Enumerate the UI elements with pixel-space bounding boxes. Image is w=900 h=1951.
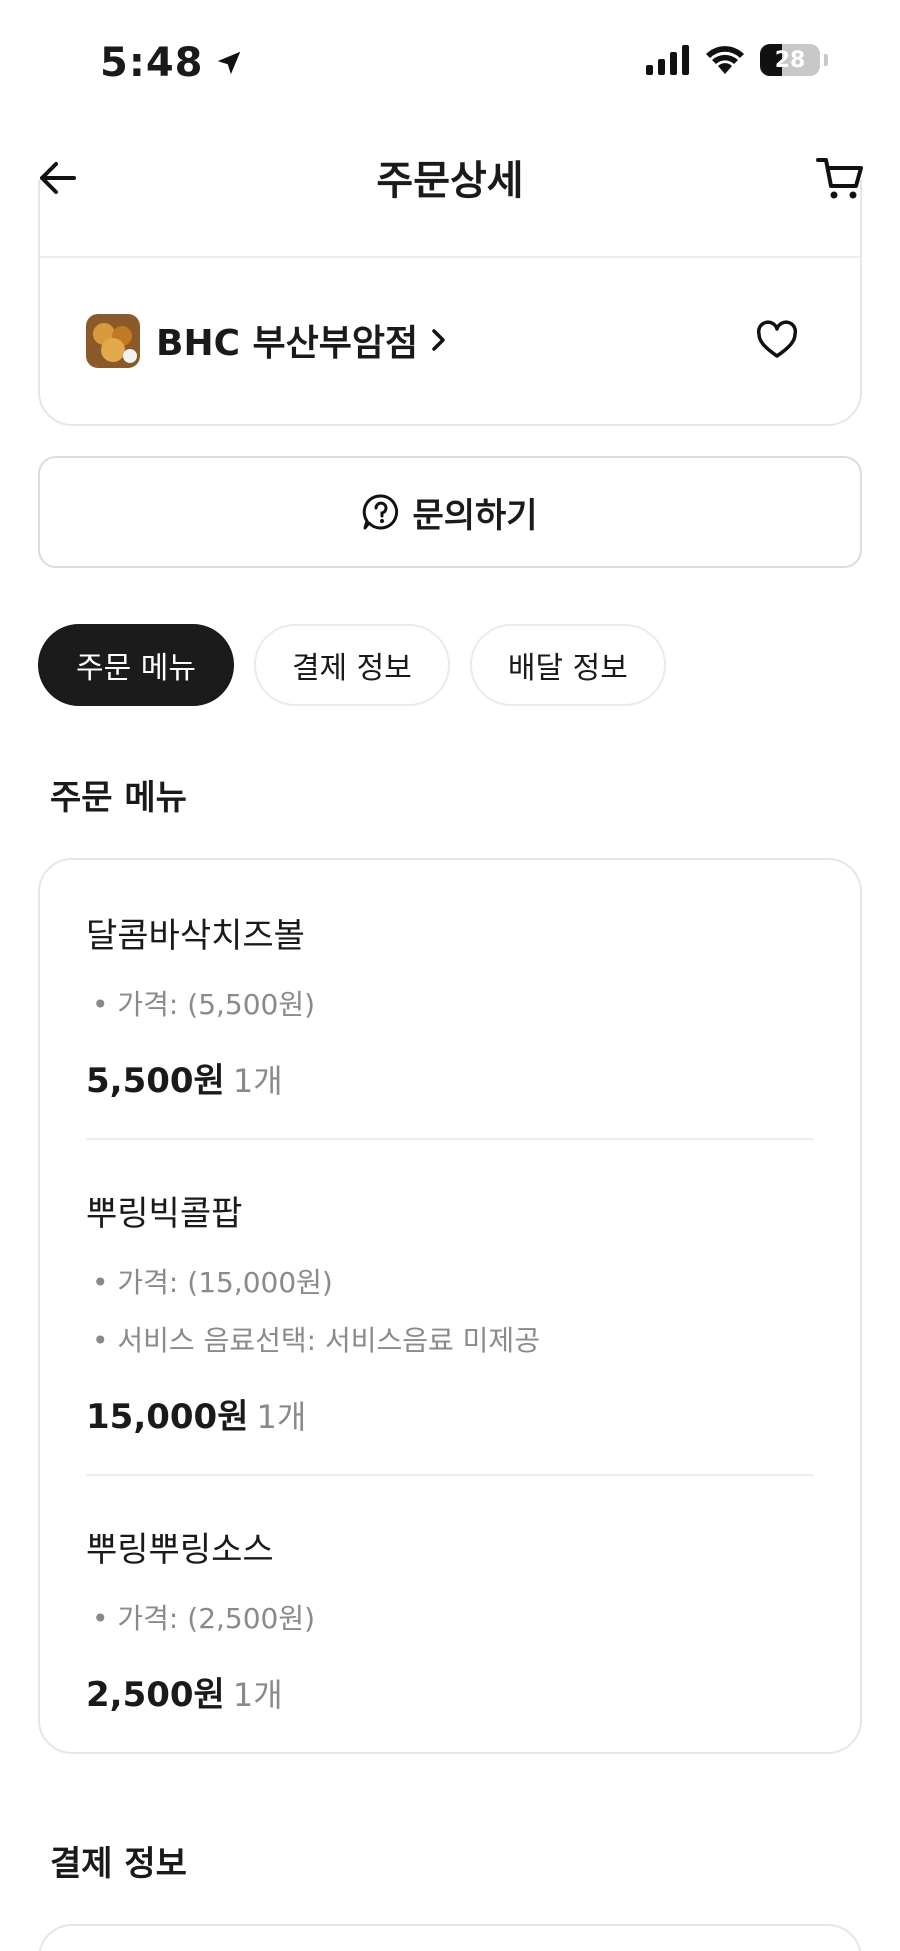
inquiry-label: 문의하기 bbox=[412, 496, 538, 535]
battery-tip bbox=[824, 54, 828, 66]
item-divider bbox=[86, 1474, 814, 1476]
item-name: 뿌링빅콜팝 bbox=[86, 1194, 243, 1234]
item-price-row: 15,000원 1개 bbox=[86, 1389, 814, 1438]
item-price: 15,000원 bbox=[86, 1397, 249, 1437]
item-option: • 서비스 음료선택: 서비스음료 미제공 bbox=[92, 1324, 540, 1357]
wifi-icon bbox=[706, 46, 744, 74]
store-thumbnail bbox=[86, 314, 140, 368]
tab-order-menu[interactable]: 주문 메뉴 bbox=[38, 624, 234, 706]
payment-info-title: 결제 정보 bbox=[50, 1844, 187, 1884]
item-option: • 가격: (15,000원) bbox=[92, 1266, 333, 1299]
item-price-row: 2,500원 1개 bbox=[86, 1667, 814, 1716]
list-item: 뿌링빅콜팝 • 가격: (15,000원) • 서비스 음료선택: 서비스음료 … bbox=[86, 1186, 814, 1438]
status-icons: 28 bbox=[646, 44, 828, 76]
tab-delivery-info[interactable]: 배달 정보 bbox=[469, 624, 666, 706]
item-price: 2,500원 bbox=[86, 1675, 225, 1715]
item-price-row: 5,500원 1개 bbox=[86, 1053, 814, 1102]
section-tabs: 주문 메뉴 결제 정보 배달 정보 bbox=[38, 624, 666, 706]
item-quantity: 1개 bbox=[256, 1398, 307, 1436]
store-card-divider bbox=[40, 256, 860, 258]
cellular-signal-icon bbox=[646, 45, 689, 75]
chevron-right-icon bbox=[432, 329, 445, 351]
payment-info-card bbox=[38, 1924, 862, 1951]
order-menu-title: 주문 메뉴 bbox=[50, 778, 187, 818]
heart-icon[interactable] bbox=[756, 320, 798, 362]
status-bar: 5:48 28 bbox=[0, 0, 900, 130]
question-bubble-icon bbox=[363, 494, 399, 530]
status-time-text: 5:48 bbox=[100, 40, 204, 86]
tab-payment-info[interactable]: 결제 정보 bbox=[253, 624, 450, 706]
battery-level: 28 bbox=[774, 47, 806, 73]
item-name: 뿌링뿌링소스 bbox=[86, 1530, 274, 1570]
battery-indicator: 28 bbox=[760, 44, 820, 76]
store-name-link[interactable]: BHC 부산부암점 bbox=[156, 314, 450, 366]
store-name: BHC 부산부암점 bbox=[156, 323, 419, 364]
item-option: • 가격: (5,500원) bbox=[92, 988, 316, 1021]
item-price: 5,500원 bbox=[86, 1061, 225, 1101]
location-arrow-icon bbox=[217, 51, 240, 75]
list-item: 뿌링뿌링소스 • 가격: (2,500원) 2,500원 1개 bbox=[86, 1522, 814, 1716]
inquiry-button[interactable]: 문의하기 bbox=[38, 456, 862, 568]
order-menu-card: 달콤바삭치즈볼 • 가격: (5,500원) 5,500원 1개 뿌링빅콜팝 •… bbox=[38, 858, 862, 1754]
list-item: 달콤바삭치즈볼 • 가격: (5,500원) 5,500원 1개 bbox=[86, 908, 814, 1102]
item-divider bbox=[86, 1138, 814, 1140]
status-time: 5:48 bbox=[100, 40, 244, 86]
item-quantity: 1개 bbox=[232, 1676, 283, 1714]
item-option: • 가격: (2,500원) bbox=[92, 1602, 316, 1635]
store-card: BHC 부산부암점 bbox=[38, 180, 862, 426]
item-quantity: 1개 bbox=[232, 1062, 283, 1100]
item-name: 달콤바삭치즈볼 bbox=[86, 916, 305, 956]
